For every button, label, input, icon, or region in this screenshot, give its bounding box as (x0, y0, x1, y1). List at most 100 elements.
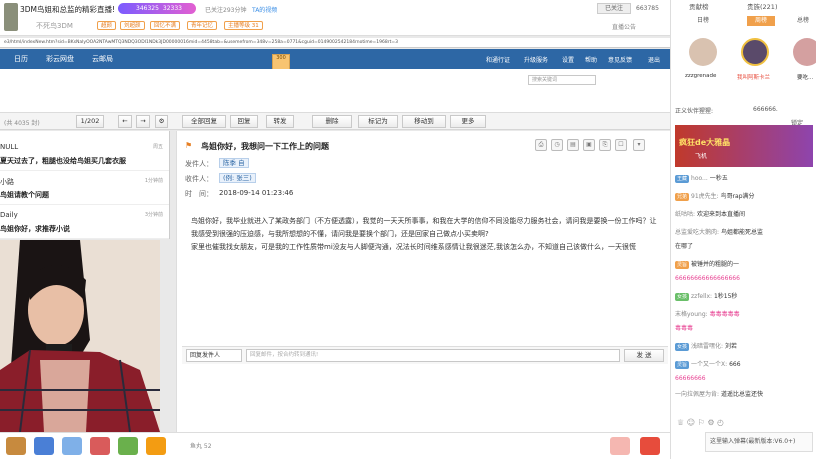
print-icon[interactable]: ⎙ (535, 139, 547, 151)
window-icon[interactable]: ☐ (615, 139, 627, 151)
tab-weekly[interactable]: 周榜 (747, 16, 775, 26)
pin-icon[interactable]: ▣ (583, 139, 595, 151)
banner-sub: 飞机 (695, 153, 708, 160)
chat-user[interactable]: 91虎先生: (691, 193, 721, 200)
chat-text: 道遥比总监还快 (720, 391, 763, 398)
prev-page-icon[interactable]: ← (118, 115, 132, 128)
rank-name: 要吃... (797, 75, 814, 81)
nav-feedback[interactable]: 意见反馈 (608, 55, 632, 64)
top-message: 正义伙伴猩猩: 666666. 锁定 (671, 104, 816, 127)
more-button[interactable]: 更多 (450, 115, 486, 128)
gift-icon[interactable] (6, 437, 26, 455)
chat-text: 一秒五 (709, 175, 728, 182)
chat-input[interactable]: 这里输入弹幕(最新版本:V6.0+) (705, 432, 813, 452)
right-panel: 贡献榜 贵族(221) 日榜 周榜 总榜 zzzgrenade 我叫阿斯卡兰 要… (670, 0, 816, 459)
banner-title: 疯狂de大雅晶 (679, 138, 731, 147)
avatar[interactable] (741, 38, 769, 66)
reply-button[interactable]: 回复 (230, 115, 258, 128)
list-item[interactable]: NULL 夏天过去了，粗腿也没给鸟姐买几套衣服 周五 (0, 137, 169, 171)
to-address[interactable]: (例: 张三) (219, 173, 256, 183)
clock-icon[interactable]: ◷ (551, 139, 563, 151)
move-to-button[interactable]: 移动到 (402, 115, 446, 128)
nav-passport[interactable]: 和通行证 (486, 55, 510, 64)
gift-icon[interactable] (118, 437, 138, 455)
chat-message: 在哪了 (675, 240, 815, 253)
gift-icon[interactable] (146, 437, 166, 455)
next-page-icon[interactable]: → (136, 115, 150, 128)
tab-nobility[interactable]: 贵族(221) (747, 1, 777, 11)
list-item[interactable]: Daily 鸟姐你好，求推荐小说 3分钟前 (0, 205, 169, 239)
mark-as-button[interactable]: 标记为 (358, 115, 398, 128)
reading-pane: ⚑ 鸟姐你好，我想问一下工作上的问题 ⎙ ◷ ▤ ▣ ⎘ ☐ ▾ 发件人： 陈季… (176, 131, 670, 451)
chat-user[interactable]: 纸咕咕: (675, 211, 697, 218)
list-item-time: 1分钟前 (144, 178, 163, 184)
chat-user[interactable]: zzfellx: (691, 293, 714, 300)
chat-text: 1秒15秒 (713, 293, 738, 300)
tag-1: 超颜 (97, 21, 117, 30)
webcam-feed (0, 240, 160, 432)
avatar[interactable] (793, 38, 816, 66)
chat-user[interactable]: 一向拉佩屋为肯: (675, 391, 721, 398)
chat-message: 66666666666666666 (675, 272, 815, 285)
gear-icon[interactable]: ⚙ (155, 115, 168, 128)
from-address[interactable]: 陈季 自 (219, 158, 249, 168)
gift-icon[interactable] (34, 437, 54, 455)
folder-count: (共 4035 封) (4, 120, 40, 127)
save-icon[interactable]: ▤ (567, 139, 579, 151)
chat-message: 灵旨 被锤并的粗腿的一 (675, 258, 815, 271)
tag-2: 刘超颜 (120, 21, 145, 30)
chat-user[interactable]: hoo... (691, 175, 710, 182)
nav-help[interactable]: 帮助 (585, 55, 597, 64)
chat-user[interactable]: 总监爱吃大鹅肉: (675, 229, 721, 236)
nav-settings[interactable]: 设置 (562, 55, 574, 64)
tab-total[interactable]: 总榜 (789, 16, 816, 26)
tab-contribution[interactable]: 贡献榜 (689, 1, 709, 11)
chat-message: 末格young: 毒毒毒毒毒 (675, 308, 815, 321)
send-button[interactable]: 发 送 (624, 349, 664, 362)
nav-calendar[interactable]: 日历 (14, 54, 28, 64)
browser-url-bar[interactable]: e3/html/indexNew.htm?sid=BKsNalyOOA2NTAw… (0, 38, 670, 48)
mail-top-area: 搜索关键词 (0, 69, 670, 113)
chat-tools[interactable]: ♕ ☺ ⚐ ⚙ ◴ (677, 418, 724, 427)
reply-mode-select[interactable]: 回复发件人 (186, 349, 242, 362)
mail-search-input[interactable]: 搜索关键词 (528, 75, 596, 85)
gift-icon[interactable] (62, 437, 82, 455)
gift-icon[interactable] (610, 437, 630, 455)
gift-icon[interactable] (90, 437, 110, 455)
reply-all-button[interactable]: 全部回复 (182, 115, 226, 128)
flag-icon[interactable]: ⚑ (185, 141, 192, 150)
mail-nav: 日历 彩云网盘 云邮局 和通行证 升级服务 设置 帮助 意见反馈 退出 (0, 49, 670, 69)
chat-message: 总监爱吃大鹅肉: 鸟姐都能死总监 (675, 226, 815, 239)
chat-user[interactable]: 末格young: (675, 311, 710, 318)
nav-cloud-drive[interactable]: 彩云网盘 (46, 54, 74, 64)
chat-message: 王藏 hoo... 一秒五 (675, 172, 815, 185)
chat-text: 毒毒毒毒毒 (709, 311, 740, 318)
nav-cloud-mail[interactable]: 云邮局 (92, 54, 113, 64)
chat-user[interactable]: 浅暗雷嘿化: (691, 343, 725, 350)
nav-logout[interactable]: 退出 (648, 55, 660, 64)
chat-message: 女孩 zzfellx: 1秒15秒 (675, 290, 815, 303)
list-item[interactable]: 小路 鸟姐请教个问题 1分钟前 (0, 171, 169, 205)
chevron-down-icon[interactable]: ▾ (633, 139, 645, 151)
announcement-link[interactable]: 直播公告 (612, 22, 636, 31)
avatar[interactable] (689, 38, 717, 66)
gift-bar: 鱼丸 52 (0, 432, 670, 459)
list-item-sender: Daily (0, 211, 18, 219)
streamer-avatar[interactable] (4, 3, 18, 31)
list-item-subject: 夏天过去了，粗腿也没给鸟姐买几套衣服 (0, 157, 126, 165)
user-badge: 灵旨 (675, 360, 690, 369)
backpack-icon[interactable] (640, 437, 660, 455)
chat-user[interactable]: 一个又一个X: (691, 361, 729, 368)
tab-daily[interactable]: 日榜 (689, 16, 717, 26)
nav-upgrade[interactable]: 升级服务 (524, 55, 548, 64)
page-selector[interactable]: 1/202 (76, 115, 104, 128)
reply-input[interactable]: 回复邮件，按合约转到通讯! (246, 349, 620, 362)
delete-button[interactable]: 删除 (312, 115, 352, 128)
video-link[interactable]: TA的视频 (252, 5, 277, 14)
user-badge: 王藏 (675, 174, 690, 183)
forward-button[interactable]: 转发 (266, 115, 294, 128)
user-badge: 灵旨 (675, 260, 690, 269)
follow-button[interactable]: 已关注 (597, 3, 631, 14)
print-icon[interactable]: ⎘ (599, 139, 611, 151)
streamer-name[interactable]: 不死鸟3DM (36, 21, 73, 31)
